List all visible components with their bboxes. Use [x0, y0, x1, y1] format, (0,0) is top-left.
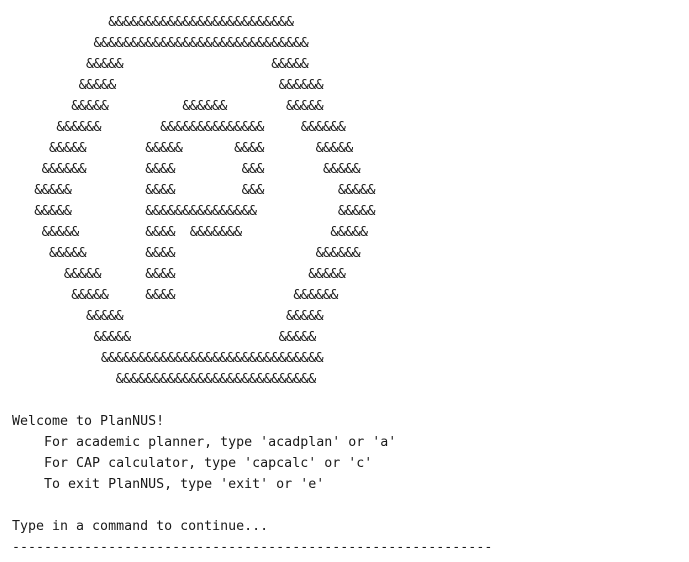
ascii-logo-line: &&&&& &&&& &&&&&&	[12, 246, 361, 261]
ascii-logo-line: &&&&& &&&&& &&&& &&&&&	[12, 141, 353, 156]
ascii-logo-line: &&&&& &&&& &&&&&&	[12, 288, 338, 303]
ascii-logo-line: &&&&& &&&&&	[12, 57, 309, 72]
option-academic-planner: For academic planner, type 'acadplan' or…	[12, 435, 397, 450]
option-exit: To exit PlanNUS, type 'exit' or 'e'	[12, 477, 325, 492]
ascii-logo: &&&&&&&&&&&&&&&&&&&&&&&&& &&&&&&&&&&&&&&…	[12, 12, 682, 390]
ascii-logo-line: &&&&&&&&&&&&&&&&&&&&&&&&&&&&&&	[12, 351, 324, 366]
command-prompt: Type in a command to continue...	[12, 519, 269, 534]
ascii-logo-line: &&&&& &&&& &&& &&&&&	[12, 183, 375, 198]
ascii-logo-line: &&&&&& &&&&&&&&&&&&&& &&&&&&	[12, 120, 346, 135]
ascii-logo-line: &&&&&&&&&&&&&&&&&&&&&&&&&	[12, 15, 294, 30]
ascii-logo-line: &&&&& &&&&&&&&&&&&&&& &&&&&	[12, 204, 375, 219]
option-cap-calculator: For CAP calculator, type 'capcalc' or 'c…	[12, 456, 373, 471]
ascii-logo-line: &&&&& &&&&&&	[12, 78, 324, 93]
separator-line: ----------------------------------------…	[12, 540, 493, 555]
ascii-logo-line: &&&&& &&&&&	[12, 309, 324, 324]
ascii-logo-line: &&&&& &&&& &&&&&&& &&&&&	[12, 225, 368, 240]
ascii-logo-line: &&&&& &&&&&	[12, 330, 316, 345]
ascii-logo-line: &&&&&& &&&& &&& &&&&&	[12, 162, 361, 177]
ascii-logo-line: &&&&&&&&&&&&&&&&&&&&&&&&&&&&&	[12, 36, 309, 51]
ascii-logo-line: &&&&& &&&& &&&&&	[12, 267, 346, 282]
ascii-logo-line: &&&&&&&&&&&&&&&&&&&&&&&&&&&	[12, 372, 317, 387]
welcome-message: Welcome to PlanNUS! For academic planner…	[12, 411, 682, 495]
welcome-title: Welcome to PlanNUS!	[12, 414, 165, 429]
ascii-logo-line: &&&&& &&&&&& &&&&&	[12, 99, 324, 114]
terminal-output: &&&&&&&&&&&&&&&&&&&&&&&&& &&&&&&&&&&&&&&…	[12, 12, 682, 558]
